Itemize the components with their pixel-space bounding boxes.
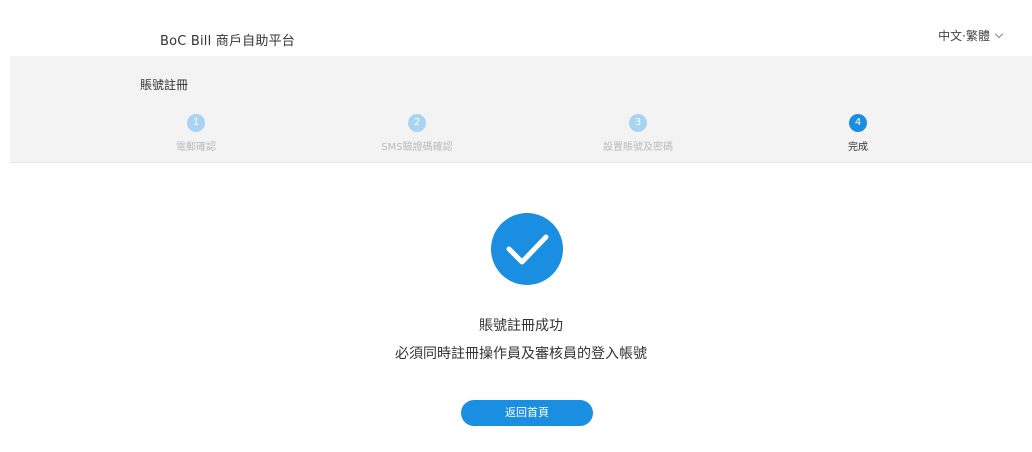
step-label: SMS驗證碼確認 (381, 142, 453, 153)
result-area: 賬號註冊成功 必須同時註冊操作員及審核員的登入帳號 返回首頁 (10, 163, 1032, 452)
language-selector[interactable]: 中文·繁體 (938, 27, 1004, 44)
success-subtitle: 必須同時註冊操作員及審核員的登入帳號 (395, 346, 647, 362)
step-email-confirm: 1 電郵確認 (116, 114, 276, 153)
step-number: 1 (187, 114, 205, 132)
step-label: 設置賬號及密碼 (603, 142, 673, 153)
brand-title: BoC Bill 商戶自助平台 (160, 34, 295, 49)
step-complete: 4 完成 (778, 114, 938, 153)
registration-steps-panel: 賬號註冊 1 電郵確認 2 SMS驗證碼確認 3 設置賬號及密碼 4 完成 (10, 56, 1032, 163)
chevron-down-icon (994, 29, 1004, 38)
check-circle-icon (491, 213, 563, 285)
step-number: 4 (849, 114, 867, 132)
step-label: 完成 (848, 142, 868, 153)
step-sms-confirm: 2 SMS驗證碼確認 (337, 114, 497, 153)
section-title: 賬號註冊 (140, 78, 189, 92)
step-label: 電郵確認 (176, 142, 216, 153)
success-title: 賬號註冊成功 (479, 318, 563, 334)
language-label: 中文·繁體 (938, 29, 990, 43)
return-home-button[interactable]: 返回首頁 (461, 400, 593, 426)
step-number: 3 (629, 114, 647, 132)
step-set-account: 3 設置賬號及密碼 (558, 114, 718, 153)
registration-complete-page: BoC Bill 商戶自助平台 中文·繁體 賬號註冊 1 電郵確認 2 SMS驗… (0, 0, 1032, 452)
top-header: BoC Bill 商戶自助平台 中文·繁體 (0, 0, 1032, 56)
step-number: 2 (408, 114, 426, 132)
